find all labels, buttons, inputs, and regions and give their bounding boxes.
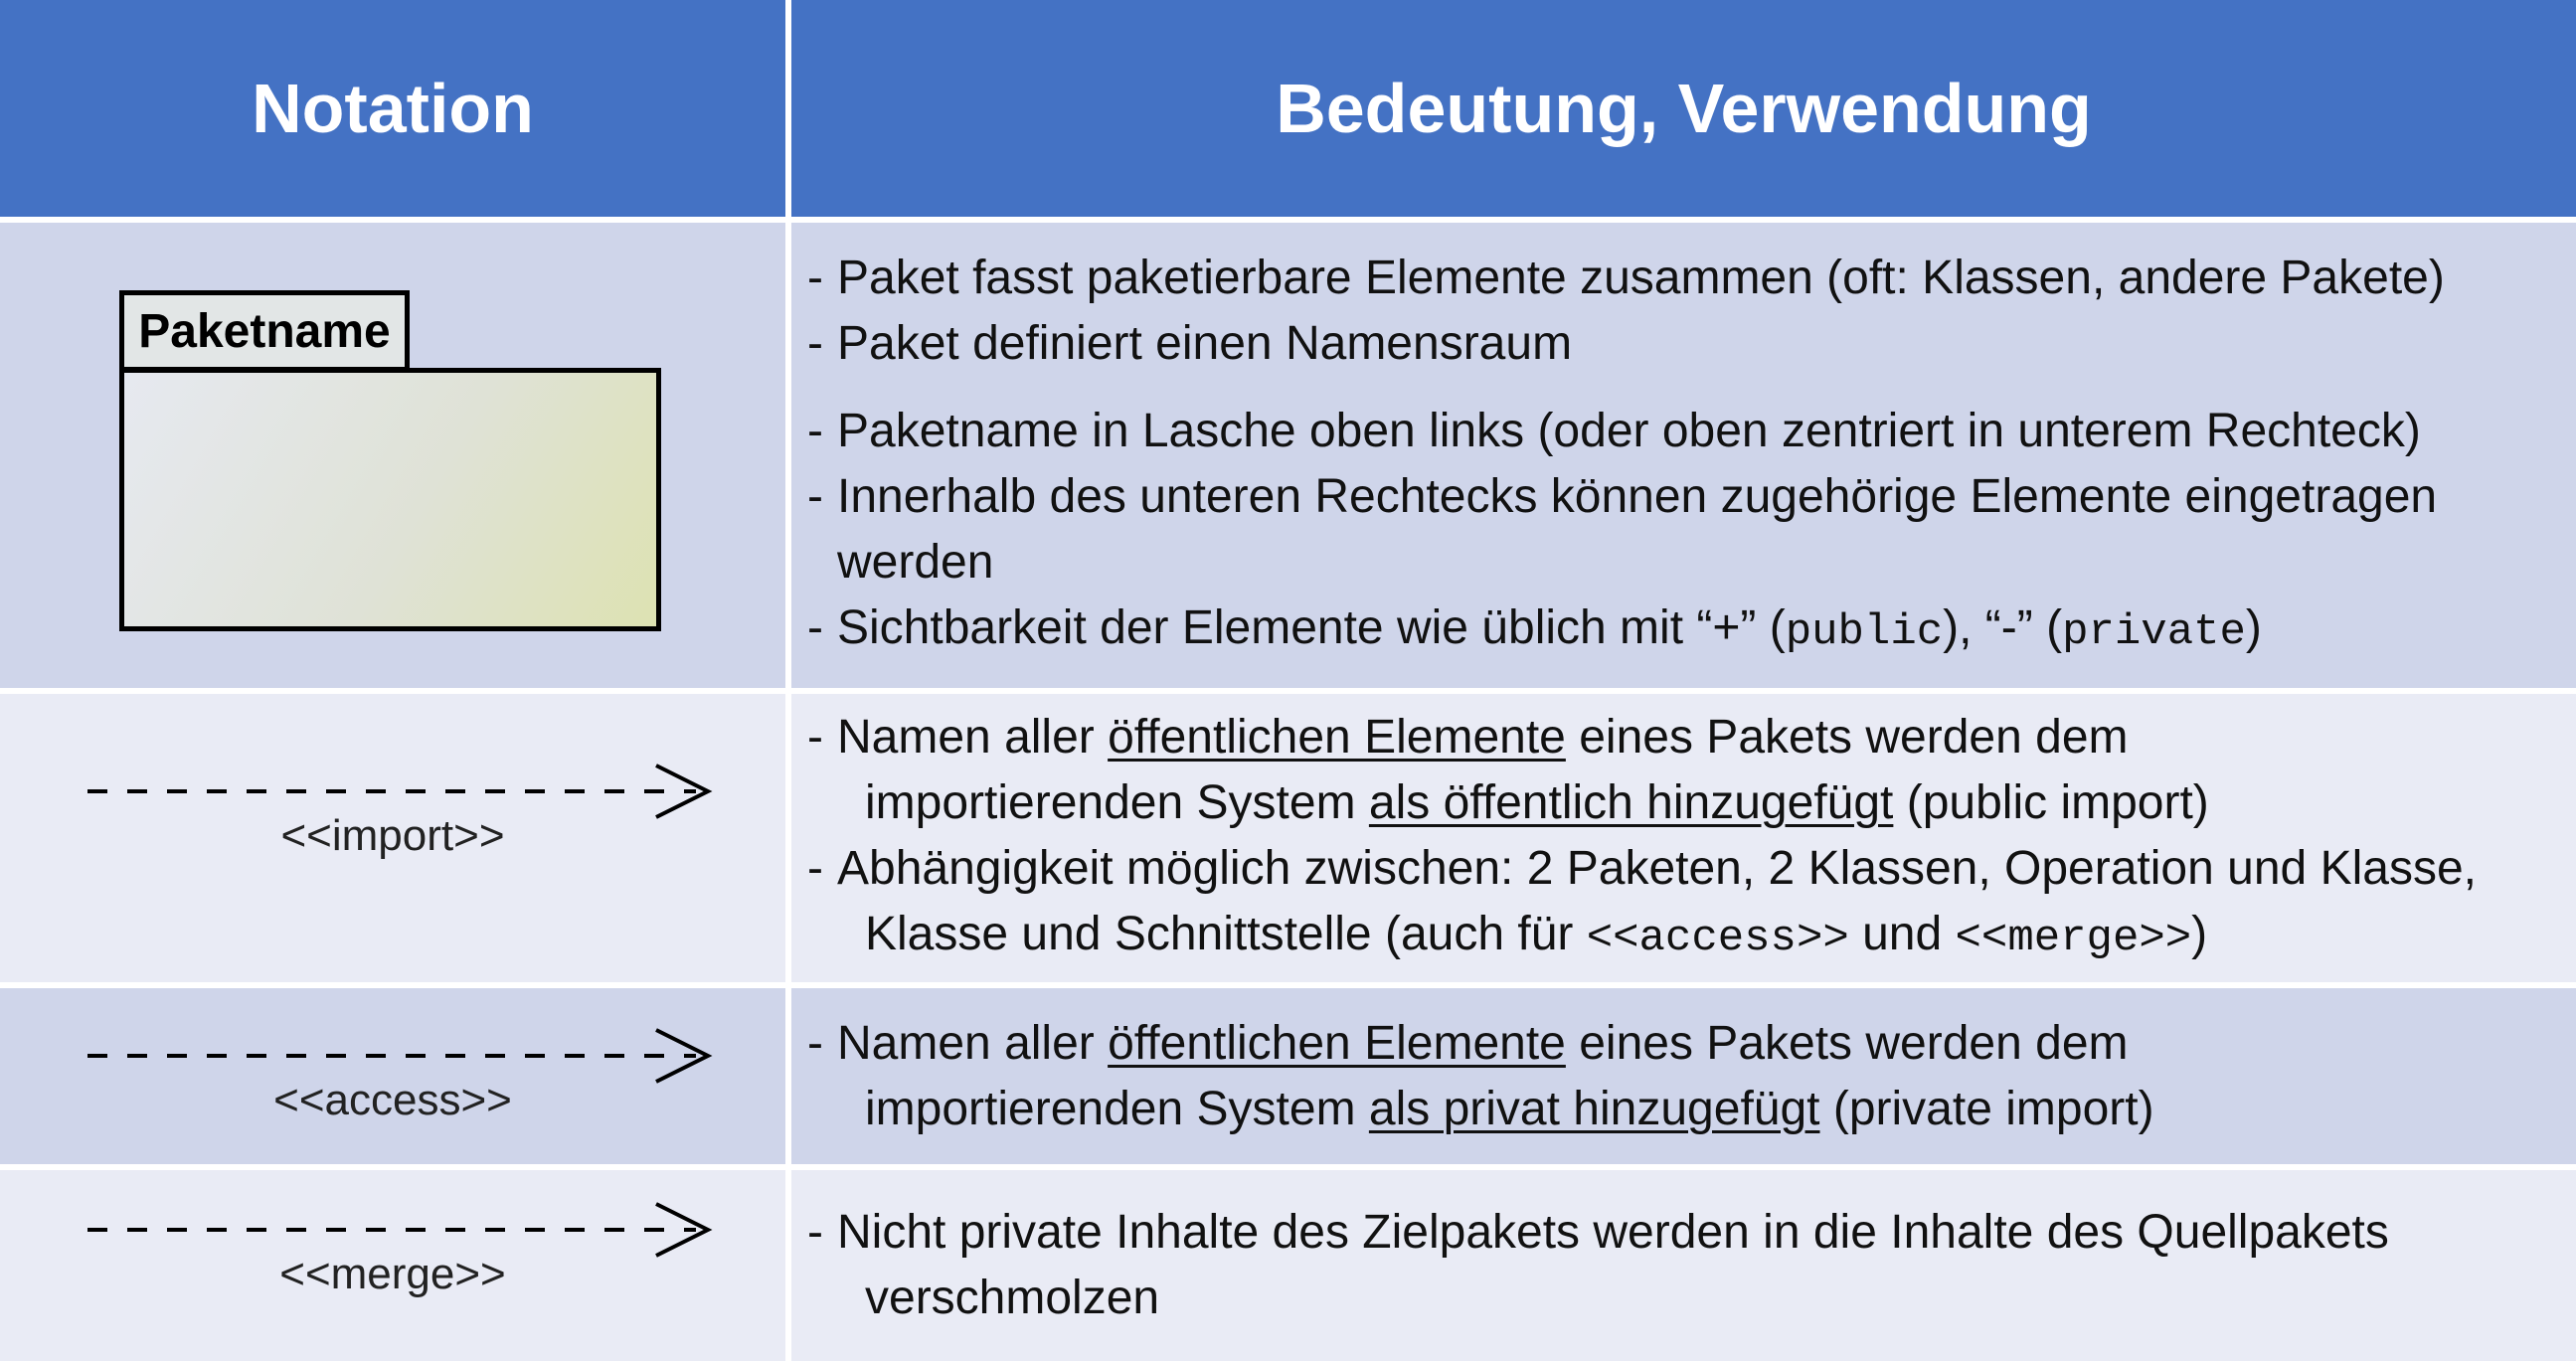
package-line-4: Innerhalb des unteren Rechtecks können z… [807,464,2546,595]
package-name-label: Paketname [138,304,391,358]
public-keyword: public [1785,607,1944,657]
merge-line-1: Nicht private Inhalte des Zielpakets wer… [807,1200,2546,1331]
header-notation: Notation [0,0,785,217]
package-line-2: Paket definiert einen Namensraum [807,311,2546,377]
access-stereotype-label: <<access>> [273,1076,512,1124]
import-line-2: Abhängigkeit möglich zwischen: 2 Paketen… [807,836,2546,971]
package-line-visibility: Sichtbarkeit der Elemente wie üblich mit… [807,595,2546,665]
package-tab: Paketname [119,290,410,372]
notation-table: Notation Bedeutung, Verwendung Paketname… [0,0,2576,1361]
import-notation-cell: <<import>> [0,694,785,982]
merge-stereotype-label: <<merge>> [279,1250,506,1298]
package-body-rectangle [119,368,661,631]
private-keyword: private [2062,607,2246,657]
access-line-1: Namen aller öffentlichen Elemente eines … [807,1011,2546,1142]
package-meaning-cell: Paket fasst paketierbare Elemente zusamm… [791,223,2576,688]
package-line-1: Paket fasst paketierbare Elemente zusamm… [807,246,2546,311]
import-line-1: Namen aller öffentlichen Elemente eines … [807,705,2546,836]
access-meaning-cell: Namen aller öffentlichen Elemente eines … [791,988,2576,1164]
merge-notation-cell: <<merge>> [0,1170,785,1361]
import-meaning-cell: Namen aller öffentlichen Elemente eines … [791,694,2576,982]
header-meaning: Bedeutung, Verwendung [791,0,2576,217]
package-notation-cell: Paketname [0,223,785,688]
access-notation-cell: <<access>> [0,988,785,1164]
import-stereotype-label: <<import>> [280,811,505,860]
merge-meaning-cell: Nicht private Inhalte des Zielpakets wer… [791,1170,2576,1361]
package-line-3: Paketname in Lasche oben links (oder obe… [807,399,2546,464]
